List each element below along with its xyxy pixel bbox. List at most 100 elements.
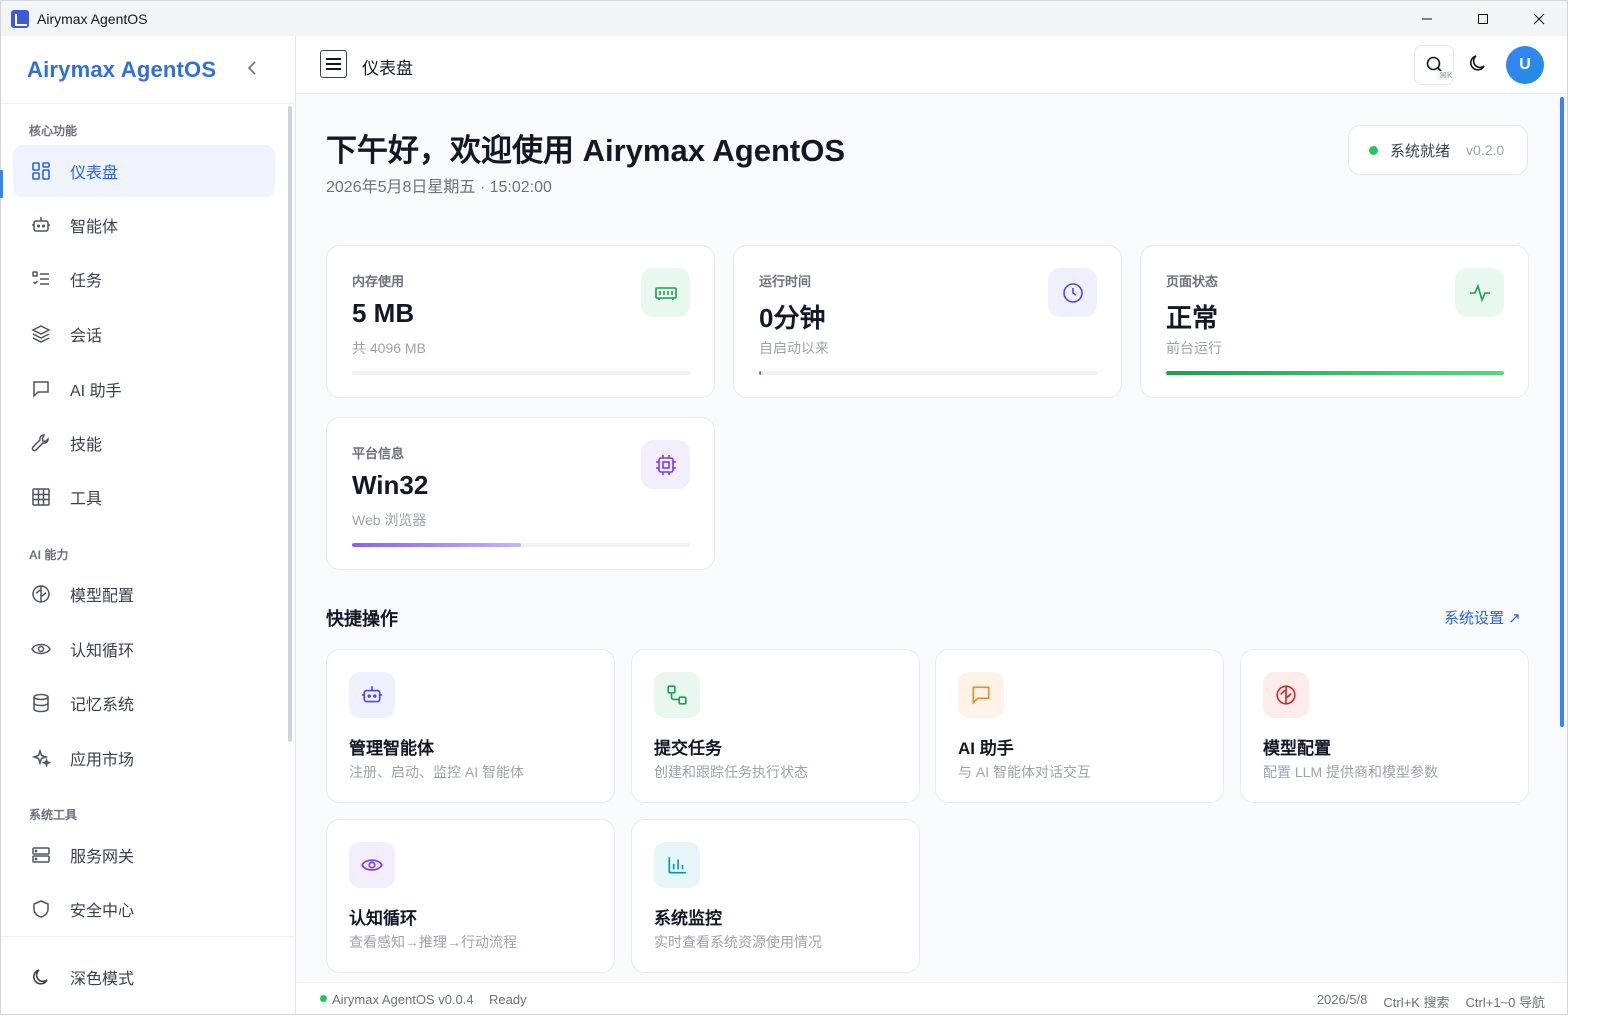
menu-toggle-button[interactable] [320, 50, 347, 78]
status-date: 2026/5/8 [1316, 992, 1368, 1007]
sidebar-item-tasks[interactable]: 任务 [13, 253, 275, 305]
left-edge-accent [0, 170, 3, 198]
sidebar-item-label: 技能 [70, 437, 103, 454]
sidebar-item-label: 服务网关 [70, 849, 135, 866]
sidebar-item-label: 应用市场 [70, 752, 135, 769]
stat-card-platform: 平台信息 Win32 Web 浏览器 [326, 417, 715, 570]
stat-sub: 前台运行 [1166, 340, 1222, 356]
stat-card-memory: 内存使用 5 MB 共 4096 MB [326, 245, 715, 398]
title-bar: Airymax AgentOS [1, 1, 1567, 36]
main-scrollbar[interactable] [1560, 97, 1564, 727]
quick-card-desc: 创建和跟踪任务执行状态 [654, 764, 808, 780]
eye-icon [349, 842, 395, 888]
sidebar-item-label: 仪表盘 [70, 165, 119, 182]
quick-card-title: 系统监控 [654, 909, 722, 928]
robot-icon [349, 672, 395, 718]
sidebar-item-skills[interactable]: 技能 [13, 417, 275, 469]
app-logo-icon [11, 9, 29, 28]
dark-mode-toggle[interactable]: 深色模式 [13, 951, 275, 1003]
system-status-badge: 系统就绪 v0.2.0 [1348, 125, 1528, 175]
sidebar-item-label: 安全中心 [70, 903, 135, 920]
sidebar-item-dashboard[interactable]: 仪表盘 [13, 145, 275, 197]
search-shortcut-hint: Ctrl+K 搜索 [1383, 995, 1450, 1010]
page-title: 仪表盘 [362, 59, 413, 78]
moon-icon [30, 966, 52, 988]
section-core: 核心功能 [29, 124, 78, 138]
app-window: Airymax AgentOS Airymax AgentOS 核心功能 仪表盘… [0, 0, 1568, 1015]
desktop-background [1568, 0, 1600, 1036]
brand-logo[interactable]: Airymax AgentOS [27, 57, 216, 83]
stat-card-uptime: 运行时间 0分钟 自启动以来 [733, 245, 1122, 398]
status-text: 系统就绪 [1390, 142, 1451, 160]
app-version: Airymax AgentOS v0.0.4 [332, 992, 474, 1007]
platform-progress-bar [352, 543, 690, 547]
sidebar-header: Airymax AgentOS [1, 36, 295, 104]
sidebar-item-tools[interactable]: 工具 [13, 471, 275, 523]
task-list-icon [30, 268, 52, 290]
sparkles-icon [30, 747, 52, 769]
quick-card-desc: 配置 LLM 提供商和模型参数 [1263, 764, 1439, 780]
system-settings-link[interactable]: 系统设置 ↗ [1444, 607, 1521, 628]
database-icon [30, 692, 52, 714]
sidebar-item-sessions[interactable]: 会话 [13, 308, 275, 360]
current-datetime: 2026年5月8日星期五 · 15:02:00 [326, 179, 552, 196]
stat-card-page-state: 页面状态 正常 前台运行 [1140, 245, 1529, 398]
status-dot-icon [1369, 145, 1378, 155]
quick-card-system-monitor[interactable]: 系统监控 实时查看系统资源使用情况 [631, 819, 920, 973]
quick-card-title: 模型配置 [1263, 739, 1331, 758]
top-bar: 仪表盘 ⌘K U [296, 36, 1567, 94]
stat-value: Win32 [352, 470, 429, 500]
layers-icon [30, 323, 52, 345]
sidebar-item-agents[interactable]: 智能体 [13, 199, 275, 251]
quick-card-cognitive-loop[interactable]: 认知循环 查看感知→推理→行动流程 [326, 819, 615, 973]
close-button[interactable] [1511, 1, 1567, 36]
eye-icon [30, 638, 52, 660]
greeting-heading: 下午好，欢迎使用 Airymax AgentOS [326, 133, 846, 168]
window-controls [1399, 1, 1567, 36]
section-ai: AI 能力 [29, 548, 69, 562]
avatar[interactable]: U [1506, 46, 1544, 84]
quick-card-desc: 实时查看系统资源使用情况 [654, 934, 822, 950]
stat-label: 内存使用 [352, 274, 405, 289]
robot-icon [30, 214, 52, 236]
status-bar: Airymax AgentOS v0.0.4 Ready 2026/5/8 Ct… [296, 982, 1567, 1014]
theme-toggle-button[interactable] [1468, 53, 1492, 77]
dashboard-icon [30, 160, 52, 182]
quick-card-desc: 查看感知→推理→行动流程 [349, 934, 517, 950]
chevron-left-icon [247, 61, 256, 75]
quick-card-manage-agents[interactable]: 管理智能体 注册、启动、监控 AI 智能体 [326, 649, 615, 803]
quick-card-submit-task[interactable]: 提交任务 创建和跟踪任务执行状态 [631, 649, 920, 803]
stat-label: 页面状态 [1166, 274, 1219, 289]
stat-sub: 共 4096 MB [352, 340, 426, 356]
sidebar-item-marketplace[interactable]: 应用市场 [13, 732, 275, 784]
sidebar-item-label: 会话 [70, 328, 103, 345]
ready-status: Ready [489, 992, 527, 1007]
nav-shortcut-hint: Ctrl+1~0 导航 [1465, 995, 1545, 1010]
hamburger-icon [326, 58, 341, 60]
memory-progress-bar [352, 371, 690, 375]
grid-icon [30, 486, 52, 508]
quick-card-desc: 与 AI 智能体对话交互 [958, 764, 1092, 780]
sidebar-item-label: 记忆系统 [70, 697, 135, 714]
sidebar-scrollbar[interactable] [288, 106, 292, 742]
maximize-button[interactable] [1455, 1, 1511, 36]
sidebar-item-model-config[interactable]: 模型配置 [13, 568, 275, 620]
sidebar-item-gateway[interactable]: 服务网关 [13, 829, 275, 881]
workflow-icon [654, 672, 700, 718]
chat-icon [958, 672, 1004, 718]
sidebar-item-memory[interactable]: 记忆系统 [13, 677, 275, 729]
sidebar: Airymax AgentOS 核心功能 仪表盘 智能体 任务 会话 AI 助手… [1, 36, 296, 1014]
sidebar-item-security[interactable]: 安全中心 [13, 883, 275, 935]
memory-icon [641, 268, 690, 317]
sidebar-item-cognitive-loop[interactable]: 认知循环 [13, 623, 275, 675]
stat-sub: Web 浏览器 [352, 512, 427, 528]
stat-value: 0分钟 [759, 303, 826, 333]
minimize-button[interactable] [1399, 1, 1455, 36]
quick-card-model-config[interactable]: 模型配置 配置 LLM 提供商和模型参数 [1240, 649, 1529, 803]
quick-card-ai-assistant[interactable]: AI 助手 与 AI 智能体对话交互 [935, 649, 1224, 803]
stat-value: 正常 [1166, 303, 1219, 333]
sidebar-item-ai-assistant[interactable]: AI 助手 [13, 363, 275, 415]
collapse-sidebar-button[interactable] [245, 58, 261, 80]
search-button[interactable]: ⌘K [1414, 45, 1455, 85]
page-state-progress-bar [1166, 371, 1504, 375]
